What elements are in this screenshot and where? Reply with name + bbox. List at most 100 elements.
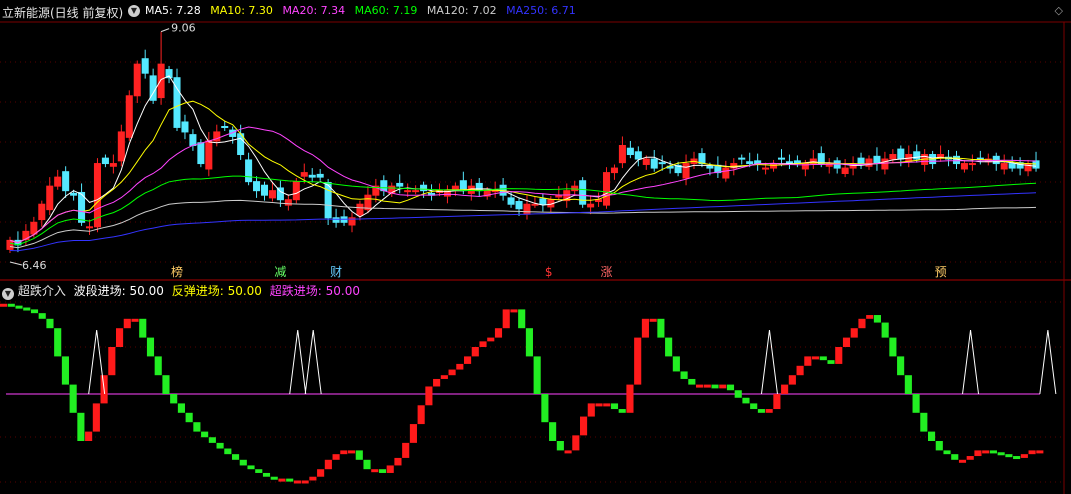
indicator-bar — [487, 337, 495, 342]
candle-body — [602, 172, 611, 206]
candle-body — [189, 134, 197, 146]
indicator-bar — [0, 303, 8, 307]
candle-body — [117, 131, 125, 162]
indicator-bar — [262, 472, 271, 477]
indicator-bar — [61, 356, 69, 385]
candle-body — [308, 174, 316, 178]
indicator-bar — [386, 465, 394, 473]
indicator-bar — [293, 480, 301, 484]
candle-body — [722, 167, 730, 179]
candle-body — [62, 171, 70, 192]
indicator-bar — [146, 337, 155, 357]
candle-body — [6, 239, 14, 250]
indicator-bar — [324, 459, 332, 470]
indicator-bar — [943, 450, 951, 455]
indicator-bar — [193, 422, 201, 432]
candle-body — [260, 184, 269, 196]
indicator-bar — [15, 305, 23, 309]
candle-body — [682, 163, 690, 179]
indicator-bar — [618, 409, 626, 413]
ma-line-ma120 — [9, 199, 1037, 249]
signal-triangle — [289, 330, 307, 395]
candle-body — [38, 203, 46, 221]
candle-body — [571, 185, 579, 192]
candle-body — [221, 126, 229, 129]
indicator-dropdown-icon[interactable]: ▼ — [2, 288, 14, 300]
indicator-bar — [765, 409, 773, 413]
indicator-bar — [363, 459, 371, 470]
indicator-bar — [696, 384, 704, 388]
indicator-bar — [757, 409, 765, 413]
indicator-bar — [456, 363, 464, 370]
indicator-bar — [587, 403, 595, 417]
indicator-bar — [1036, 450, 1044, 454]
indicator-bar — [216, 442, 224, 449]
candle-body — [841, 167, 849, 174]
indicator-bar — [494, 328, 503, 338]
indicator-bar — [626, 384, 634, 413]
candle-body — [913, 151, 921, 160]
candle-body — [396, 182, 404, 187]
indicator-bar — [286, 478, 294, 482]
indicator-bar — [77, 412, 85, 441]
indicator-bar — [951, 454, 959, 460]
signal-triangle — [962, 330, 980, 395]
indicator-bar — [1013, 456, 1021, 460]
indicator-bar — [332, 454, 340, 460]
candle-body — [253, 181, 261, 192]
indicator-bar — [92, 403, 100, 432]
indicator-bar — [572, 435, 580, 451]
candle-body — [698, 153, 706, 165]
indicator-bar — [239, 459, 247, 466]
indicator-bar — [641, 318, 649, 338]
candle-body — [897, 148, 905, 160]
indicator-bar — [139, 318, 147, 338]
indicator-bar — [433, 378, 441, 387]
indicator-bar — [154, 356, 162, 376]
oversold-entry-label: 超跌进场: 50.00 — [269, 284, 360, 298]
candle-body — [1008, 163, 1016, 169]
indicator-bar — [394, 457, 402, 466]
candle-body — [404, 190, 412, 193]
indicator-bar — [788, 375, 796, 385]
candle-body — [364, 194, 372, 211]
indicator-bar — [781, 384, 789, 394]
candle-body — [109, 163, 117, 167]
candle-body — [889, 154, 897, 160]
candle-body — [157, 63, 165, 99]
signal-triangle — [304, 330, 322, 395]
indicator-bar — [997, 452, 1005, 456]
indicator-bar — [750, 403, 758, 410]
candle-body — [205, 140, 213, 170]
indicator-bar — [301, 480, 309, 484]
indicator-bar — [85, 431, 93, 441]
indicator-bar — [378, 469, 387, 473]
indicator-bar — [935, 441, 943, 451]
candle-body — [70, 192, 78, 196]
candle-body — [284, 199, 292, 206]
candle-body — [316, 173, 324, 178]
indicator-bar — [30, 309, 39, 314]
candle-body — [125, 95, 133, 138]
indicator-bar — [7, 303, 15, 307]
indicator-bar — [649, 318, 657, 322]
indicator-bar — [162, 375, 170, 394]
candle-body — [475, 182, 483, 192]
indicator-bar — [912, 394, 920, 413]
candle-body — [30, 221, 38, 235]
indicator-bar — [224, 448, 232, 455]
indicator-bar — [873, 315, 881, 323]
indicator-bar — [850, 328, 858, 338]
indicator-bar — [177, 403, 185, 413]
indicator-bar — [889, 337, 897, 357]
candle-body — [642, 158, 650, 165]
event-marker: 榜 — [171, 264, 183, 279]
candle-body — [968, 163, 976, 166]
indicator-bar — [208, 437, 216, 443]
indicator-bar — [634, 337, 642, 385]
indicator-bar — [270, 476, 278, 480]
indicator-bar — [897, 356, 905, 376]
candle-body — [380, 180, 388, 192]
indicator-bar — [131, 318, 139, 322]
indicator-bar — [881, 322, 889, 338]
